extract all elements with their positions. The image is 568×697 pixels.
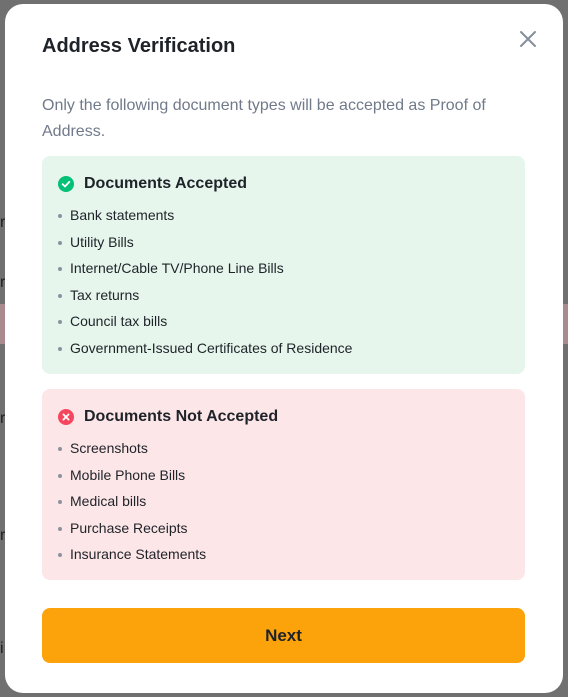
close-button[interactable] — [517, 28, 539, 50]
rejected-documents-list: Screenshots Mobile Phone Bills Medical b… — [58, 435, 525, 568]
accepted-document-item: Council tax bills — [58, 308, 525, 335]
accepted-documents-list: Bank statements Utility Bills Internet/C… — [58, 202, 525, 362]
documents-accepted-header: Documents Accepted — [58, 173, 525, 195]
documents-accepted-title: Documents Accepted — [84, 175, 247, 192]
documents-not-accepted-title: Documents Not Accepted — [84, 408, 279, 425]
documents-accepted-panel: Documents Accepted Bank statements Utili… — [42, 156, 525, 374]
modal-title: Address Verification — [42, 35, 236, 57]
rejected-document-item: Insurance Statements — [58, 541, 525, 568]
documents-not-accepted-panel: Documents Not Accepted Screenshots Mobil… — [42, 389, 525, 580]
background-text-fragment: i — [0, 640, 4, 657]
accepted-document-item: Government-Issued Certificates of Reside… — [58, 335, 525, 362]
rejected-document-item: Medical bills — [58, 488, 525, 515]
rejected-document-item: Screenshots — [58, 435, 525, 462]
accepted-document-item: Internet/Cable TV/Phone Line Bills — [58, 255, 525, 282]
rejected-document-item: Mobile Phone Bills — [58, 462, 525, 489]
intro-text: Only the following document types will b… — [42, 97, 486, 140]
rejected-document-item: Purchase Receipts — [58, 515, 525, 542]
accepted-document-item: Utility Bills — [58, 229, 525, 256]
next-button[interactable]: Next — [42, 608, 525, 663]
accepted-document-item: Bank statements — [58, 202, 525, 229]
documents-not-accepted-header: Documents Not Accepted — [58, 406, 525, 428]
address-verification-modal: Address Verification Only the following … — [5, 4, 563, 693]
x-circle-icon — [58, 409, 74, 425]
check-circle-icon — [58, 176, 74, 192]
accepted-document-item: Tax returns — [58, 282, 525, 309]
close-icon — [520, 31, 536, 47]
